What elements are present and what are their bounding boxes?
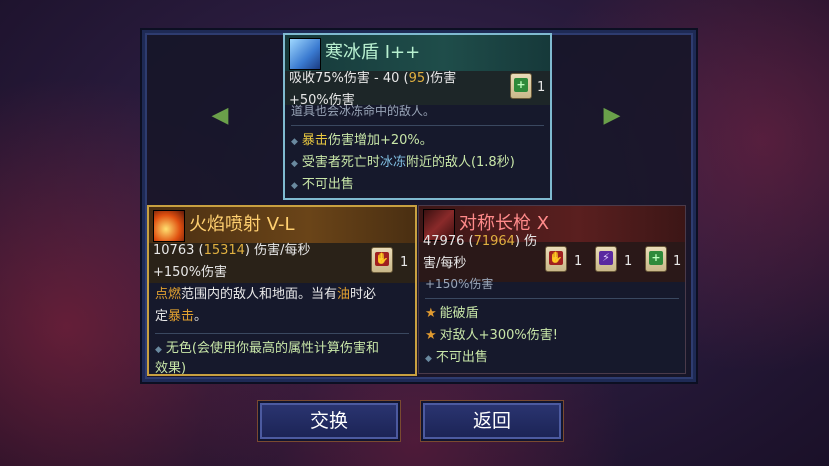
item-title: 寒冰盾 I++ [325,42,421,63]
prop-line: 效果) [155,361,187,376]
partial-text: 道具也会冰冻命中的敌人。 [291,104,436,118]
prop-line: ◆ 无色(会使用你最高的属性计算伤害和 [155,341,379,356]
scroll-count: 1 [574,254,583,269]
item-card-right[interactable]: 对称长枪 X 47976 (71964) 伤 害/每秒 ✋ 1 ⚡ 1 + 1 … [418,205,686,374]
prop-line: ◆ 暴击伤害增加+20%。 [291,133,433,148]
swap-button[interactable]: 交换 [260,403,398,439]
ice-shield-icon [289,38,321,70]
arrow-left-icon[interactable]: ◀ [206,104,234,128]
prop-line: ◆ 受害者死亡时冰冻附近的敌人(1.8秒) [291,155,515,170]
stat-line: 吸收75%伤害 - 40 (95)伤害 [289,71,457,86]
scroll-count: 1 [537,80,546,95]
scroll-icon: + [510,73,532,99]
scroll-icon: ✋ [545,246,567,272]
desc-line: 定暴击。 [155,309,208,324]
arrow-right-icon[interactable]: ▶ [598,104,626,128]
scroll-count: 1 [400,255,409,270]
prop-line: ★ 能破盾 [425,306,479,321]
fire-blast-icon [153,210,185,242]
prop-line: ★ 对敌人+300%伤害! [425,328,558,343]
divider [291,125,544,126]
stat-line: 10763 (15314) 伤害/每秒 [153,243,311,258]
prop-line: ◆ 不可出售 [291,177,354,192]
scroll-count: 1 [624,254,633,269]
stat-bonus: 害/每秒 [423,256,467,271]
item-card-current: 寒冰盾 I++ 吸收75%伤害 - 40 (95)伤害 +50%伤害 + 1 道… [283,33,552,200]
desc-line: 点燃范围内的敌人和地面。当有油时必 [155,287,377,302]
item-header: 寒冰盾 I++ [285,35,550,71]
stat-line: 47976 (71964) 伤 [423,234,538,249]
back-button[interactable]: 返回 [423,403,561,439]
prop-line: ◆ 不可出售 [425,350,488,365]
scroll-count: 1 [673,254,682,269]
item-card-left[interactable]: 火焰喷射 V-L 10763 (15314) 伤害/每秒 +150%伤害 ✋ 1… [147,205,417,376]
stat-bonus: +150%伤害 [153,265,228,280]
divider [425,298,679,299]
scroll-icon: + [645,246,667,272]
divider [155,333,409,334]
item-title: 火焰喷射 V-L [189,214,295,235]
scroll-icon: ⚡ [595,246,617,272]
scroll-icon: ✋ [371,247,393,273]
item-header: 火焰喷射 V-L [149,207,415,243]
partial-text: +150%伤害 [425,277,494,291]
